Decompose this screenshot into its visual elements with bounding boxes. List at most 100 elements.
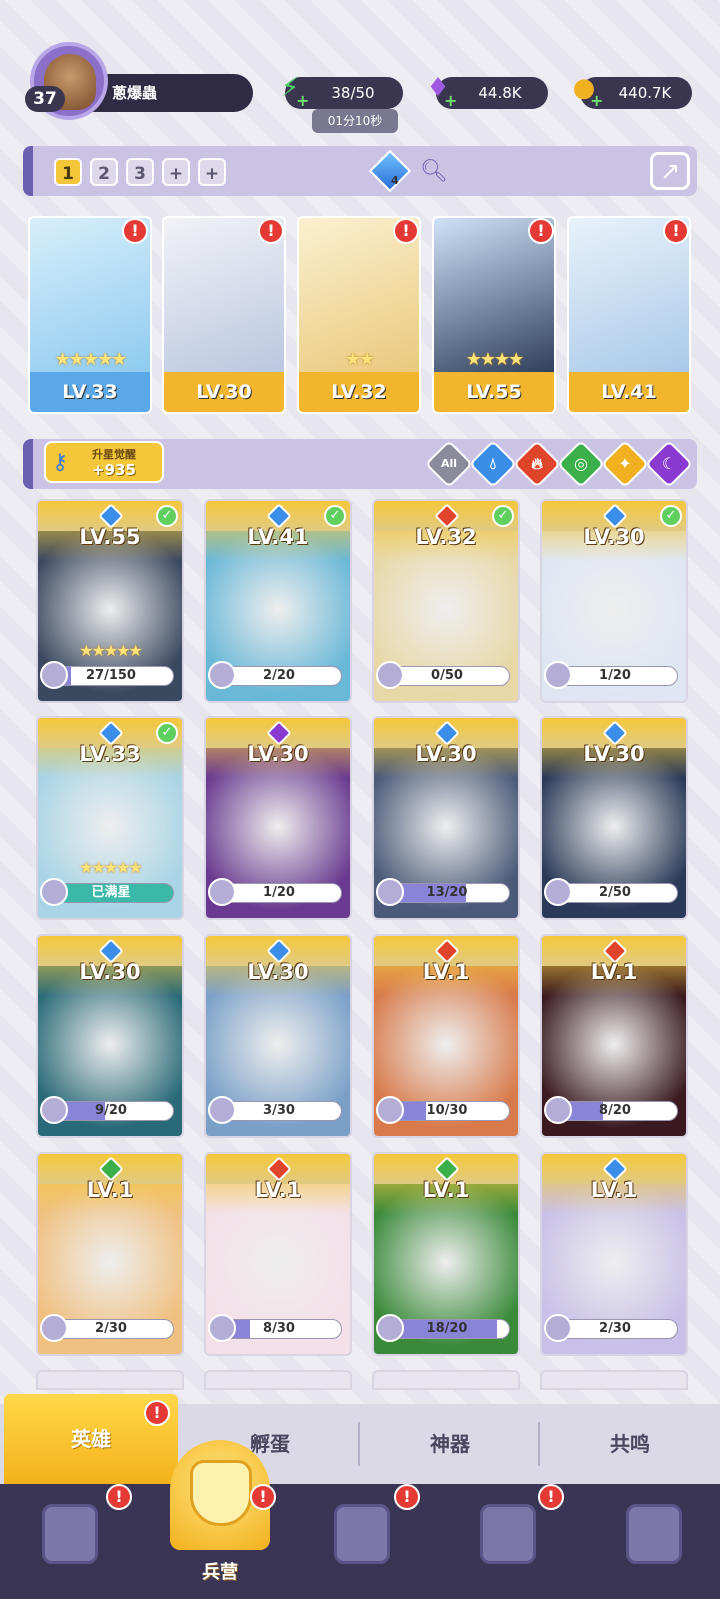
- hero-level: LV.41: [247, 525, 309, 549]
- shard-icon: [208, 1314, 236, 1342]
- player-level-badge: 37: [25, 86, 65, 112]
- shard-icon: [544, 878, 572, 906]
- team-hero-level: LV.41: [569, 372, 689, 412]
- team-slot-add-1[interactable]: +: [162, 158, 190, 186]
- shard-icon: [40, 1096, 68, 1124]
- team-selector-bar: [23, 146, 697, 196]
- team-hero-level: LV.55: [434, 372, 554, 412]
- hero-card-peek: [372, 1370, 520, 1390]
- team-hero-alert-icon: !: [663, 218, 689, 244]
- hero-level: LV.30: [415, 742, 477, 766]
- nav-shop-alert-icon: !: [538, 1484, 564, 1510]
- shard-icon: [40, 1314, 68, 1342]
- hero-card[interactable]: LV.1 8/20: [540, 934, 688, 1138]
- hero-level: LV.33: [79, 742, 141, 766]
- nav-barracks-label: 兵营: [202, 1562, 238, 1583]
- star-up-button[interactable]: ⚷ 升星觉醒 +935: [44, 441, 164, 483]
- team-hero-card[interactable]: ★★ LV.32: [297, 216, 421, 414]
- crystal-count: 4: [391, 174, 399, 187]
- energy-icon: ⚡ +: [280, 73, 310, 110]
- hero-level: LV.30: [247, 742, 309, 766]
- hero-stars: ★★: [344, 349, 375, 370]
- hero-stars: ★★★★: [465, 349, 525, 370]
- star-up-label: 升星觉醒: [92, 448, 136, 461]
- shard-icon: [544, 1096, 572, 1124]
- hero-card[interactable]: LV.33 ★★★★★ 已满星 ✓: [36, 716, 184, 920]
- team-hero-level: LV.30: [164, 372, 284, 412]
- team-hero-alert-icon: !: [258, 218, 284, 244]
- team-hero-card[interactable]: ★★★★ LV.55: [432, 216, 556, 414]
- hero-level: LV.1: [590, 960, 638, 984]
- team-slot-1[interactable]: 1: [54, 158, 82, 186]
- hero-card[interactable]: LV.30 2/50: [540, 716, 688, 920]
- team-hero-card[interactable]: ★★★★★ LV.33: [28, 216, 152, 414]
- hero-card[interactable]: LV.55 ★★★★★ 27/150 ✓: [36, 499, 184, 703]
- hero-card[interactable]: LV.1 8/30: [204, 1152, 352, 1356]
- hero-level: LV.32: [415, 525, 477, 549]
- shard-icon: [376, 1314, 404, 1342]
- hero-card[interactable]: LV.30 13/20: [372, 716, 520, 920]
- hero-card[interactable]: LV.30 3/30: [204, 934, 352, 1138]
- deployed-check-icon: ✓: [156, 722, 178, 744]
- team-hero-card[interactable]: LV.41: [567, 216, 691, 414]
- shard-icon: [544, 661, 572, 689]
- hero-level: LV.55: [79, 525, 141, 549]
- hero-level: LV.1: [422, 960, 470, 984]
- gold-coin-icon: ● +: [572, 73, 604, 110]
- barracks-icon: [190, 1460, 252, 1526]
- star-up-value: +935: [92, 461, 136, 479]
- nav-barracks[interactable]: 兵营: [160, 1440, 280, 1599]
- key-icon: ⚷: [52, 450, 69, 475]
- hero-card[interactable]: LV.1 18/20: [372, 1152, 520, 1356]
- hero-stars: ★★★★★: [79, 641, 143, 660]
- hero-stars: ★★★★★: [54, 349, 128, 370]
- nav-barracks-alert-icon: !: [250, 1484, 276, 1510]
- hero-level: LV.1: [590, 1178, 638, 1202]
- hero-level: LV.30: [247, 960, 309, 984]
- hero-card[interactable]: LV.30 9/20: [36, 934, 184, 1138]
- nav-cards[interactable]: [14, 1494, 124, 1589]
- hero-card[interactable]: LV.1 2/30: [36, 1152, 184, 1356]
- hero-level: LV.30: [79, 960, 141, 984]
- shard-icon: [40, 661, 68, 689]
- cards-icon: [42, 1504, 98, 1564]
- deployed-check-icon: ✓: [324, 505, 346, 527]
- team-slot-add-2[interactable]: +: [198, 158, 226, 186]
- hero-card-peek: [36, 1370, 184, 1390]
- gem-icon: ♦ +: [426, 73, 458, 110]
- tab-artifacts[interactable]: 神器: [360, 1404, 540, 1484]
- team-hero-level: LV.32: [299, 372, 419, 412]
- hero-card[interactable]: LV.41 2/20 ✓: [204, 499, 352, 703]
- shard-icon: [40, 878, 68, 906]
- hero-level: LV.1: [86, 1178, 134, 1202]
- search-icon[interactable]: 🔍︎: [420, 158, 448, 186]
- team-hero-level: LV.33: [30, 372, 150, 412]
- team-hero-alert-icon: !: [122, 218, 148, 244]
- shard-icon: [208, 1096, 236, 1124]
- shard-icon: [376, 661, 404, 689]
- team-hero-alert-icon: !: [528, 218, 554, 244]
- hero-card[interactable]: LV.30 1/20 ✓: [540, 499, 688, 703]
- team-hero-card[interactable]: LV.30: [162, 216, 286, 414]
- hero-card[interactable]: LV.1 2/30: [540, 1152, 688, 1356]
- share-icon[interactable]: ↗: [650, 152, 690, 190]
- hero-stars: ★★★★★: [79, 858, 143, 877]
- tab-resonance[interactable]: 共鸣: [540, 1404, 720, 1484]
- deployed-check-icon: ✓: [492, 505, 514, 527]
- hero-card[interactable]: LV.1 10/30: [372, 934, 520, 1138]
- hero-card[interactable]: LV.30 1/20: [204, 716, 352, 920]
- team-slot-2[interactable]: 2: [90, 158, 118, 186]
- hero-card-peek: [204, 1370, 352, 1390]
- team-slot-3[interactable]: 3: [126, 158, 154, 186]
- shard-icon: [376, 1096, 404, 1124]
- hero-card[interactable]: LV.32 0/50 ✓: [372, 499, 520, 703]
- gem-plus-icon[interactable]: +: [444, 93, 458, 109]
- hero-card-peek: [540, 1370, 688, 1390]
- energy-plus-icon[interactable]: +: [296, 93, 310, 109]
- gold-plus-icon[interactable]: +: [590, 93, 604, 109]
- hero-level: LV.30: [583, 525, 645, 549]
- shard-icon: [208, 878, 236, 906]
- nav-guild[interactable]: [598, 1494, 708, 1589]
- hero-level: LV.1: [254, 1178, 302, 1202]
- hero-level: LV.30: [583, 742, 645, 766]
